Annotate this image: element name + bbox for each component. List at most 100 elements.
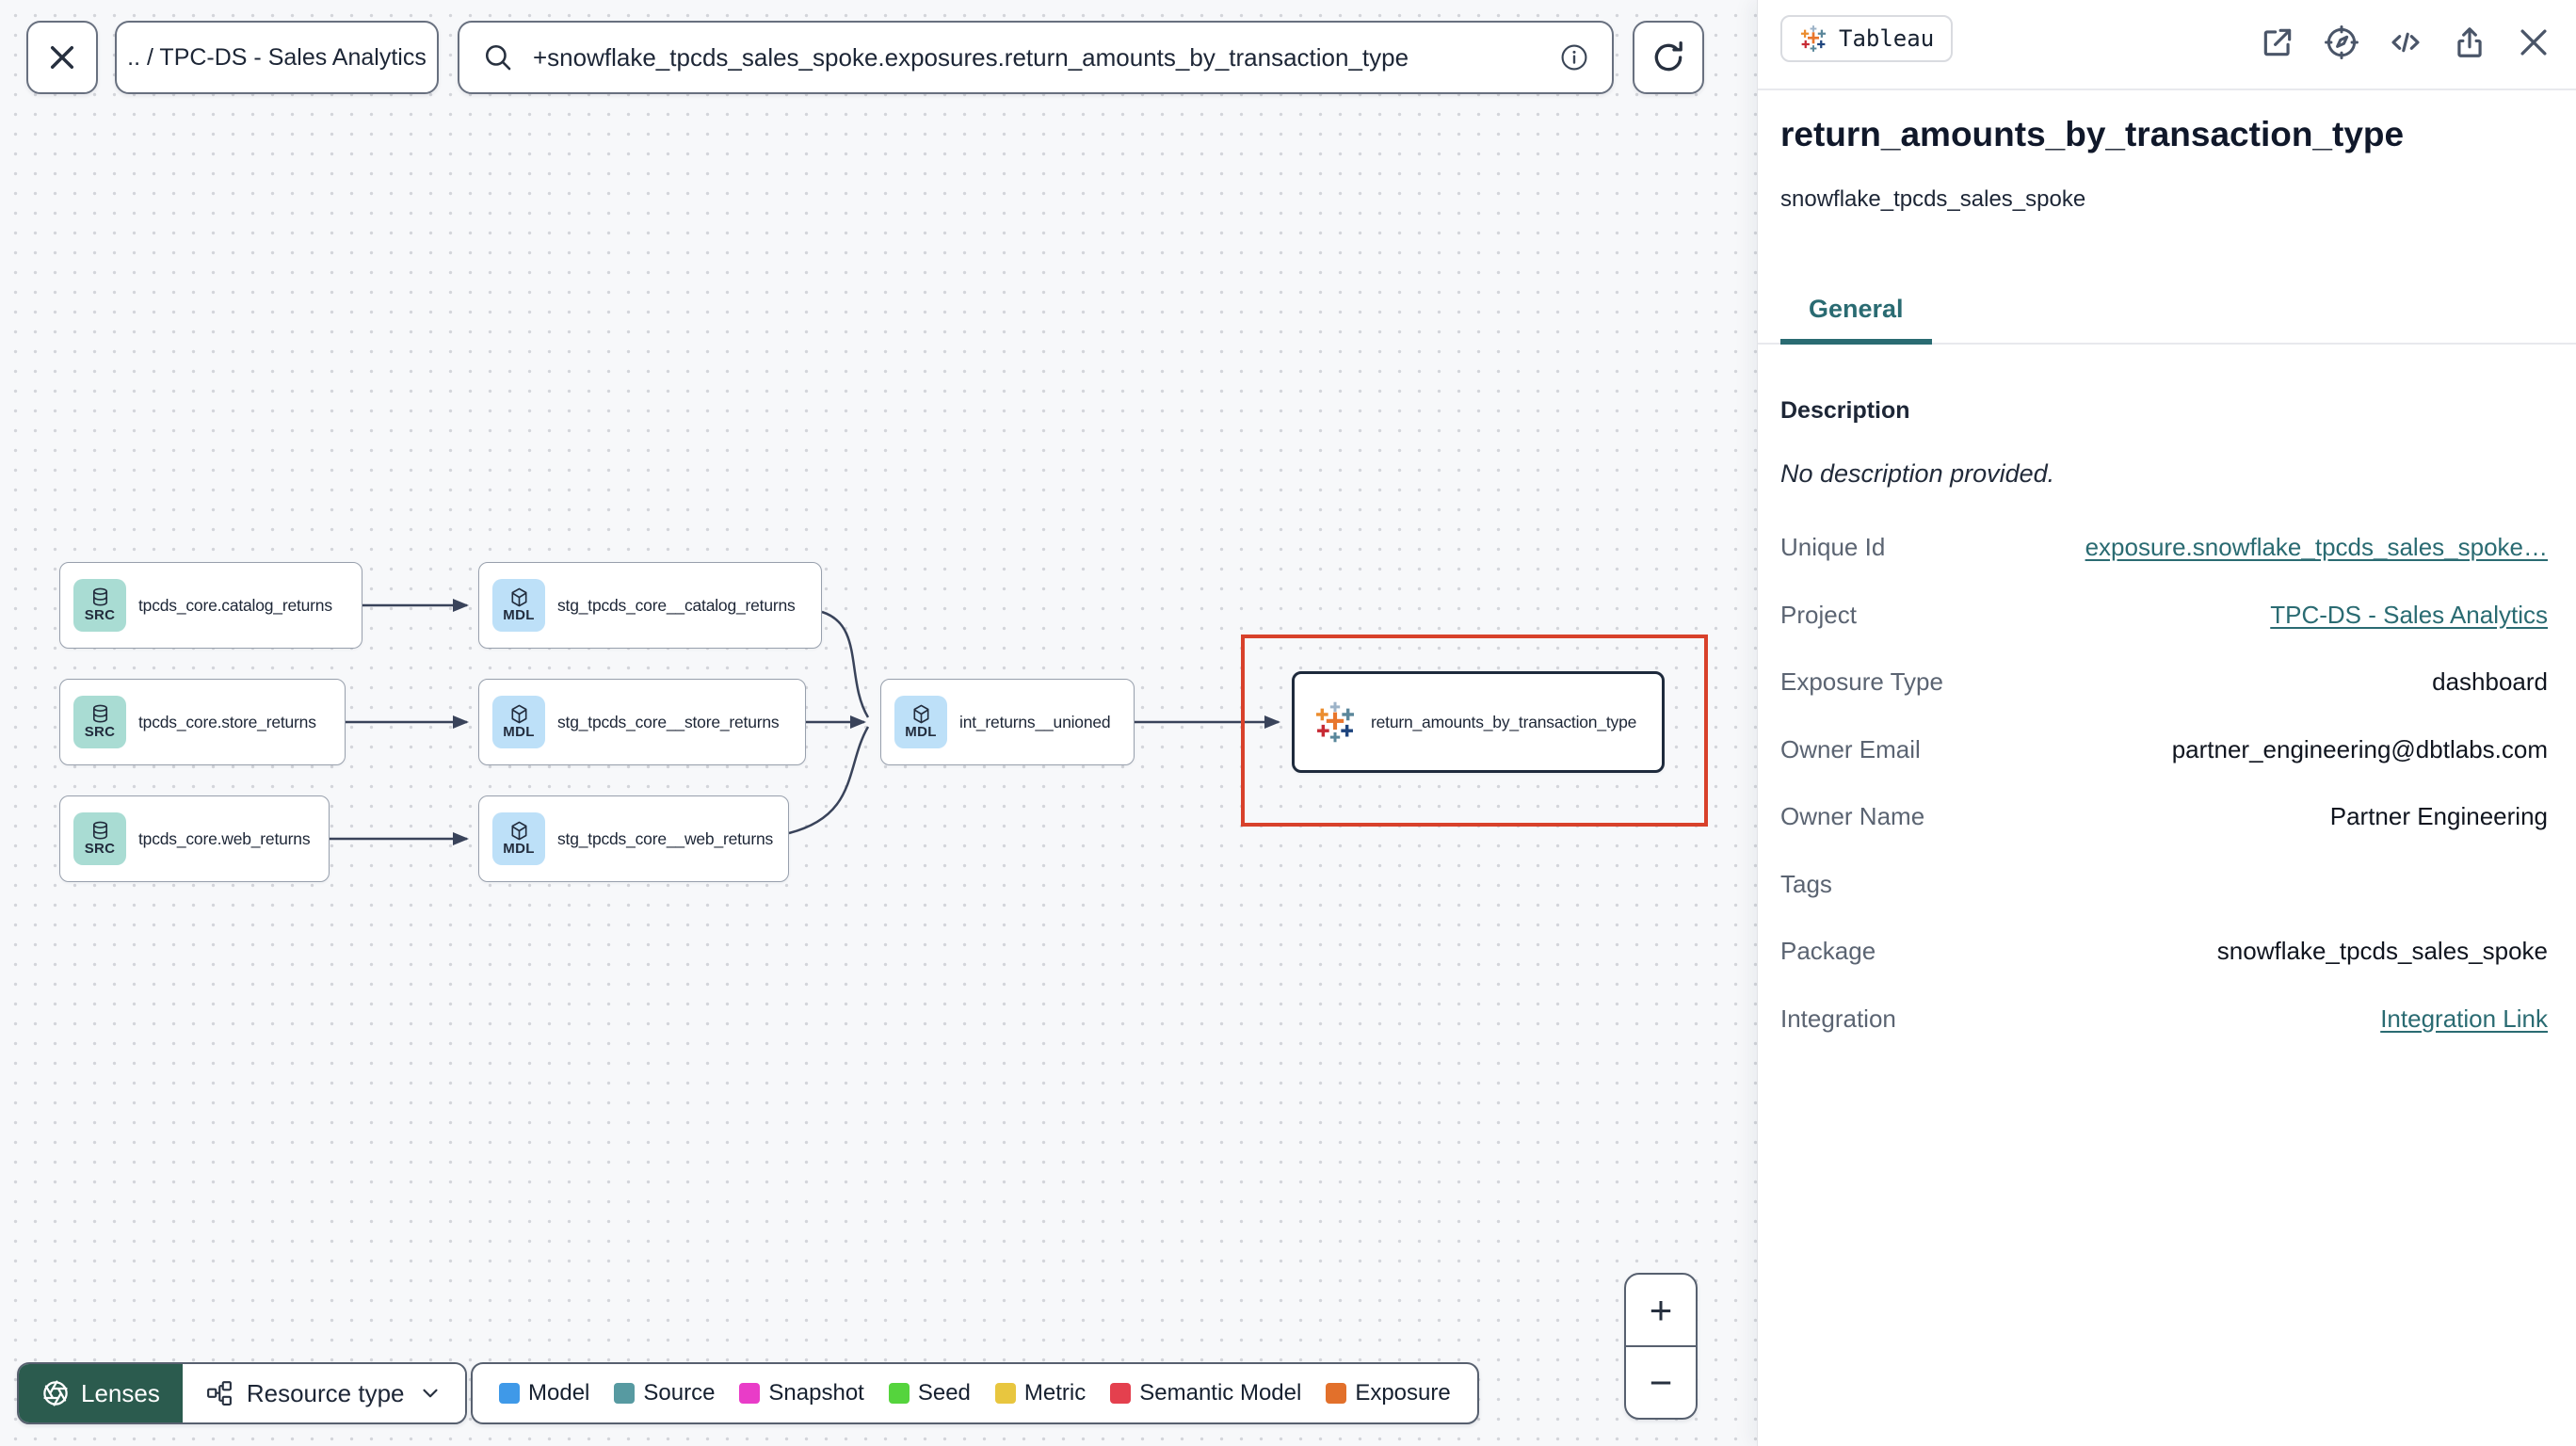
zoom-in-button[interactable]: +: [1626, 1275, 1696, 1345]
legend-item-seed: Seed: [888, 1380, 971, 1406]
share-icon[interactable]: [2452, 24, 2487, 60]
field-row-owner-email: Owner Email partner_engineering@dbtlabs.…: [1780, 734, 2548, 763]
legend-swatch-exposure: [1326, 1383, 1347, 1404]
search-icon: [485, 44, 511, 71]
source-badge: SRC: [73, 812, 126, 865]
code-icon[interactable]: [2388, 24, 2423, 60]
node-label: int_returns__unioned: [959, 712, 1111, 731]
field-row-tags: Tags: [1780, 869, 1832, 898]
node-model-int-returns-unioned[interactable]: MDL int_returns__unioned: [880, 679, 1135, 765]
legend-swatch-seed: [888, 1383, 910, 1404]
node-source-tpcds-core-store-returns[interactable]: SRC tpcds_core.store_returns: [59, 679, 346, 765]
node-label: tpcds_core.catalog_returns: [138, 595, 332, 615]
node-source-tpcds-core-catalog-returns[interactable]: SRC tpcds_core.catalog_returns: [59, 562, 362, 649]
aperture-icon: [43, 1380, 68, 1406]
cube-icon: [510, 587, 527, 607]
node-label: tpcds_core.store_returns: [138, 712, 316, 731]
resource-type-label: Resource type: [246, 1378, 405, 1407]
zoom-controls: + −: [1624, 1273, 1698, 1420]
legend-item-exposure: Exposure: [1326, 1380, 1451, 1406]
cube-icon: [510, 704, 527, 724]
field-row-integration: Integration Integration Link: [1780, 1004, 2548, 1034]
metadata-fields: Unique Id exposure.snowflake_tpcds_sales…: [1780, 514, 2548, 1052]
owner-email-value: partner_engineering@dbtlabs.com: [2171, 734, 2548, 763]
panel-actions: [2260, 24, 2552, 60]
node-label: stg_tpcds_core__store_returns: [557, 712, 780, 731]
project-link[interactable]: TPC-DS - Sales Analytics: [2270, 601, 2548, 630]
legend-swatch-semantic-model: [1110, 1383, 1132, 1404]
package-subtitle: snowflake_tpcds_sales_spoke: [1780, 186, 2086, 212]
panel-tabs: General: [1758, 282, 2576, 345]
model-badge: MDL: [894, 696, 947, 748]
close-icon: [50, 45, 74, 70]
breadcrumb[interactable]: .. / TPC-DS - Sales Analytics: [115, 21, 439, 94]
source-badge: SRC: [73, 579, 126, 632]
model-badge: MDL: [492, 812, 545, 865]
cube-icon: [510, 821, 527, 841]
field-row-owner-name: Owner Name Partner Engineering: [1780, 802, 2548, 831]
tableau-badge[interactable]: Tableau: [1780, 15, 1954, 62]
legend-item-snapshot: Snapshot: [739, 1380, 864, 1406]
tableau-badge-label: Tableau: [1839, 25, 1935, 52]
legend-swatch-snapshot: [739, 1383, 761, 1404]
legend-item-source: Source: [614, 1380, 715, 1406]
lens-controls: Lenses Resource type: [17, 1362, 467, 1424]
description-empty-text: No description provided.: [1780, 459, 2055, 488]
tab-general[interactable]: General: [1780, 295, 1932, 345]
tableau-icon: [1315, 701, 1355, 743]
lenses-button[interactable]: Lenses: [19, 1364, 183, 1422]
compass-icon[interactable]: [2324, 24, 2359, 60]
node-label: tpcds_core.web_returns: [138, 828, 311, 848]
owner-name-value: Partner Engineering: [2329, 802, 2548, 831]
node-exposure-return-amounts-by-transaction-type[interactable]: return_amounts_by_transaction_type: [1292, 671, 1665, 773]
legend-swatch-source: [614, 1383, 636, 1404]
field-row-exposure-type: Exposure Type dashboard: [1780, 667, 2548, 697]
legend-item-model: Model: [499, 1380, 589, 1406]
panel-header: Tableau: [1758, 0, 2576, 90]
node-source-tpcds-core-web-returns[interactable]: SRC tpcds_core.web_returns: [59, 795, 330, 882]
model-badge: MDL: [492, 579, 545, 632]
legend-item-semantic-model: Semantic Model: [1110, 1380, 1301, 1406]
database-icon: [92, 821, 107, 840]
cube-icon: [912, 704, 929, 724]
legend-swatch-metric: [994, 1383, 1016, 1404]
lineage-canvas[interactable]: .. / TPC-DS - Sales Analytics SRC tpcds_…: [0, 0, 1757, 1446]
info-icon[interactable]: [1559, 42, 1589, 72]
lenses-label: Lenses: [81, 1378, 160, 1407]
resource-type-icon: [206, 1381, 232, 1406]
model-badge: MDL: [492, 696, 545, 748]
node-model-stg-catalog-returns[interactable]: MDL stg_tpcds_core__catalog_returns: [478, 562, 822, 649]
details-panel: Tableau return_amounts_by_transaction_ty…: [1757, 0, 2576, 1446]
integration-link[interactable]: Integration Link: [2380, 1004, 2548, 1034]
zoom-out-button[interactable]: −: [1626, 1345, 1696, 1418]
refresh-lineage-button[interactable]: [1633, 21, 1704, 94]
node-model-stg-store-returns[interactable]: MDL stg_tpcds_core__store_returns: [478, 679, 806, 765]
unique-id-link[interactable]: exposure.snowflake_tpcds_sales_spoke…: [2085, 533, 2548, 562]
field-row-project: Project TPC-DS - Sales Analytics: [1780, 600, 2548, 630]
node-label: stg_tpcds_core__catalog_returns: [557, 595, 796, 615]
resource-type-dropdown[interactable]: Resource type: [182, 1364, 465, 1422]
external-link-icon[interactable]: [2260, 24, 2295, 60]
package-value: snowflake_tpcds_sales_spoke: [2216, 937, 2548, 966]
legend-swatch-model: [499, 1383, 520, 1404]
database-icon: [92, 587, 107, 606]
node-label: return_amounts_by_transaction_type: [1371, 712, 1637, 731]
tableau-icon: [1800, 25, 1827, 52]
database-icon: [92, 704, 107, 723]
source-badge: SRC: [73, 696, 126, 748]
legend-item-metric: Metric: [994, 1380, 1086, 1406]
node-label: stg_tpcds_core__web_returns: [557, 828, 774, 848]
page-title: return_amounts_by_transaction_type: [1780, 115, 2405, 153]
close-panel-icon[interactable]: [2516, 24, 2552, 60]
breadcrumb-label: .. / TPC-DS - Sales Analytics: [127, 43, 427, 71]
resource-type-legend: Model Source Snapshot Seed Metric Semant…: [471, 1362, 1479, 1424]
exposure-type-value: dashboard: [2432, 667, 2548, 697]
lineage-search[interactable]: [458, 21, 1614, 94]
search-input[interactable]: [533, 42, 1559, 72]
node-model-stg-web-returns[interactable]: MDL stg_tpcds_core__web_returns: [478, 795, 789, 882]
description-heading: Description: [1780, 397, 1910, 424]
chevron-down-icon: [422, 1389, 438, 1398]
close-lineage-button[interactable]: [26, 21, 98, 94]
field-row-unique-id: Unique Id exposure.snowflake_tpcds_sales…: [1780, 533, 2548, 562]
field-row-package: Package snowflake_tpcds_sales_spoke: [1780, 937, 2548, 966]
